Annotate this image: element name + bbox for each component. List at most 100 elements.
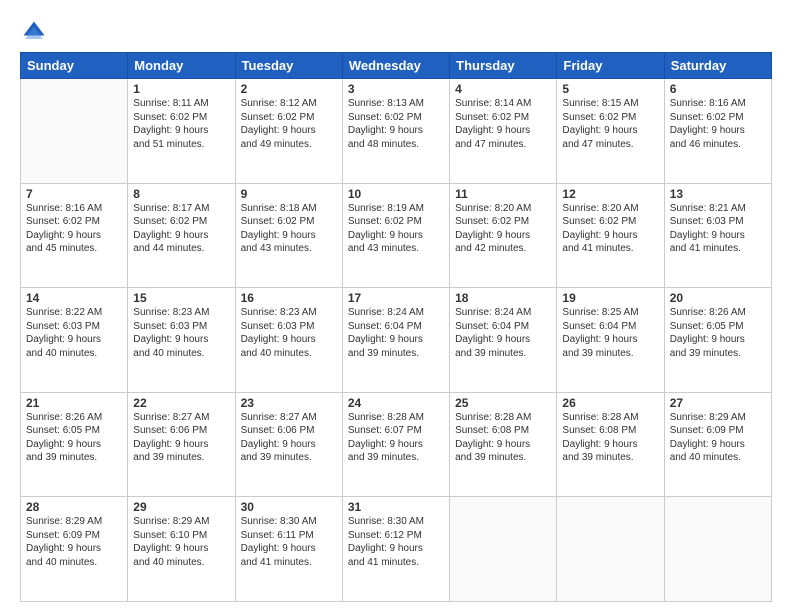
cell-content: Sunrise: 8:28 AMSunset: 6:08 PMDaylight:… [455,411,551,465]
day-header-sunday: Sunday [21,53,128,79]
calendar-cell: 28Sunrise: 8:29 AMSunset: 6:09 PMDayligh… [21,497,128,602]
day-number: 21 [26,396,122,410]
calendar-cell [21,79,128,184]
calendar-cell: 8Sunrise: 8:17 AMSunset: 6:02 PMDaylight… [128,183,235,288]
cell-content: Sunrise: 8:29 AMSunset: 6:09 PMDaylight:… [670,411,766,465]
day-header-tuesday: Tuesday [235,53,342,79]
day-number: 30 [241,500,337,514]
cell-content: Sunrise: 8:23 AMSunset: 6:03 PMDaylight:… [241,306,337,360]
day-header-friday: Friday [557,53,664,79]
calendar-cell: 13Sunrise: 8:21 AMSunset: 6:03 PMDayligh… [664,183,771,288]
calendar-cell [664,497,771,602]
calendar-cell: 4Sunrise: 8:14 AMSunset: 6:02 PMDaylight… [450,79,557,184]
cell-content: Sunrise: 8:19 AMSunset: 6:02 PMDaylight:… [348,202,444,256]
cell-content: Sunrise: 8:20 AMSunset: 6:02 PMDaylight:… [455,202,551,256]
cell-content: Sunrise: 8:13 AMSunset: 6:02 PMDaylight:… [348,97,444,151]
day-number: 17 [348,291,444,305]
day-number: 12 [562,187,658,201]
cell-content: Sunrise: 8:24 AMSunset: 6:04 PMDaylight:… [455,306,551,360]
day-header-thursday: Thursday [450,53,557,79]
day-number: 9 [241,187,337,201]
day-number: 24 [348,396,444,410]
calendar-cell: 11Sunrise: 8:20 AMSunset: 6:02 PMDayligh… [450,183,557,288]
cell-content: Sunrise: 8:23 AMSunset: 6:03 PMDaylight:… [133,306,229,360]
calendar-cell: 22Sunrise: 8:27 AMSunset: 6:06 PMDayligh… [128,392,235,497]
day-number: 6 [670,82,766,96]
day-number: 19 [562,291,658,305]
cell-content: Sunrise: 8:18 AMSunset: 6:02 PMDaylight:… [241,202,337,256]
calendar-cell: 7Sunrise: 8:16 AMSunset: 6:02 PMDaylight… [21,183,128,288]
cell-content: Sunrise: 8:30 AMSunset: 6:12 PMDaylight:… [348,515,444,569]
cell-content: Sunrise: 8:27 AMSunset: 6:06 PMDaylight:… [133,411,229,465]
logo [20,18,52,46]
calendar-cell: 27Sunrise: 8:29 AMSunset: 6:09 PMDayligh… [664,392,771,497]
calendar-cell: 26Sunrise: 8:28 AMSunset: 6:08 PMDayligh… [557,392,664,497]
day-header-wednesday: Wednesday [342,53,449,79]
cell-content: Sunrise: 8:17 AMSunset: 6:02 PMDaylight:… [133,202,229,256]
calendar-cell: 2Sunrise: 8:12 AMSunset: 6:02 PMDaylight… [235,79,342,184]
calendar-cell: 17Sunrise: 8:24 AMSunset: 6:04 PMDayligh… [342,288,449,393]
calendar-cell: 21Sunrise: 8:26 AMSunset: 6:05 PMDayligh… [21,392,128,497]
calendar-cell: 30Sunrise: 8:30 AMSunset: 6:11 PMDayligh… [235,497,342,602]
calendar-cell: 20Sunrise: 8:26 AMSunset: 6:05 PMDayligh… [664,288,771,393]
calendar-week-5: 28Sunrise: 8:29 AMSunset: 6:09 PMDayligh… [21,497,772,602]
calendar-cell: 31Sunrise: 8:30 AMSunset: 6:12 PMDayligh… [342,497,449,602]
calendar-cell: 15Sunrise: 8:23 AMSunset: 6:03 PMDayligh… [128,288,235,393]
calendar-cell: 29Sunrise: 8:29 AMSunset: 6:10 PMDayligh… [128,497,235,602]
cell-content: Sunrise: 8:26 AMSunset: 6:05 PMDaylight:… [26,411,122,465]
cell-content: Sunrise: 8:21 AMSunset: 6:03 PMDaylight:… [670,202,766,256]
calendar-cell: 9Sunrise: 8:18 AMSunset: 6:02 PMDaylight… [235,183,342,288]
day-number: 7 [26,187,122,201]
cell-content: Sunrise: 8:20 AMSunset: 6:02 PMDaylight:… [562,202,658,256]
day-number: 2 [241,82,337,96]
day-number: 27 [670,396,766,410]
cell-content: Sunrise: 8:16 AMSunset: 6:02 PMDaylight:… [670,97,766,151]
calendar-cell [557,497,664,602]
day-number: 31 [348,500,444,514]
day-number: 8 [133,187,229,201]
cell-content: Sunrise: 8:16 AMSunset: 6:02 PMDaylight:… [26,202,122,256]
day-number: 20 [670,291,766,305]
calendar-cell [450,497,557,602]
calendar-week-4: 21Sunrise: 8:26 AMSunset: 6:05 PMDayligh… [21,392,772,497]
day-number: 29 [133,500,229,514]
cell-content: Sunrise: 8:27 AMSunset: 6:06 PMDaylight:… [241,411,337,465]
calendar-cell: 5Sunrise: 8:15 AMSunset: 6:02 PMDaylight… [557,79,664,184]
calendar-cell: 23Sunrise: 8:27 AMSunset: 6:06 PMDayligh… [235,392,342,497]
calendar-cell: 12Sunrise: 8:20 AMSunset: 6:02 PMDayligh… [557,183,664,288]
day-number: 15 [133,291,229,305]
calendar-cell: 3Sunrise: 8:13 AMSunset: 6:02 PMDaylight… [342,79,449,184]
calendar-cell: 6Sunrise: 8:16 AMSunset: 6:02 PMDaylight… [664,79,771,184]
calendar-cell: 16Sunrise: 8:23 AMSunset: 6:03 PMDayligh… [235,288,342,393]
calendar-cell: 1Sunrise: 8:11 AMSunset: 6:02 PMDaylight… [128,79,235,184]
day-number: 3 [348,82,444,96]
calendar-week-1: 1Sunrise: 8:11 AMSunset: 6:02 PMDaylight… [21,79,772,184]
page: SundayMondayTuesdayWednesdayThursdayFrid… [0,0,792,612]
cell-content: Sunrise: 8:24 AMSunset: 6:04 PMDaylight:… [348,306,444,360]
day-number: 22 [133,396,229,410]
cell-content: Sunrise: 8:30 AMSunset: 6:11 PMDaylight:… [241,515,337,569]
cell-content: Sunrise: 8:15 AMSunset: 6:02 PMDaylight:… [562,97,658,151]
cell-content: Sunrise: 8:22 AMSunset: 6:03 PMDaylight:… [26,306,122,360]
day-number: 23 [241,396,337,410]
day-header-saturday: Saturday [664,53,771,79]
calendar-cell: 18Sunrise: 8:24 AMSunset: 6:04 PMDayligh… [450,288,557,393]
day-number: 25 [455,396,551,410]
cell-content: Sunrise: 8:25 AMSunset: 6:04 PMDaylight:… [562,306,658,360]
cell-content: Sunrise: 8:11 AMSunset: 6:02 PMDaylight:… [133,97,229,151]
day-number: 4 [455,82,551,96]
cell-content: Sunrise: 8:28 AMSunset: 6:08 PMDaylight:… [562,411,658,465]
calendar-cell: 19Sunrise: 8:25 AMSunset: 6:04 PMDayligh… [557,288,664,393]
day-number: 16 [241,291,337,305]
cell-content: Sunrise: 8:14 AMSunset: 6:02 PMDaylight:… [455,97,551,151]
day-number: 18 [455,291,551,305]
calendar-cell: 10Sunrise: 8:19 AMSunset: 6:02 PMDayligh… [342,183,449,288]
cell-content: Sunrise: 8:29 AMSunset: 6:10 PMDaylight:… [133,515,229,569]
day-number: 1 [133,82,229,96]
calendar-cell: 24Sunrise: 8:28 AMSunset: 6:07 PMDayligh… [342,392,449,497]
day-number: 11 [455,187,551,201]
calendar-table: SundayMondayTuesdayWednesdayThursdayFrid… [20,52,772,602]
logo-icon [20,18,48,46]
day-number: 14 [26,291,122,305]
header [20,18,772,46]
